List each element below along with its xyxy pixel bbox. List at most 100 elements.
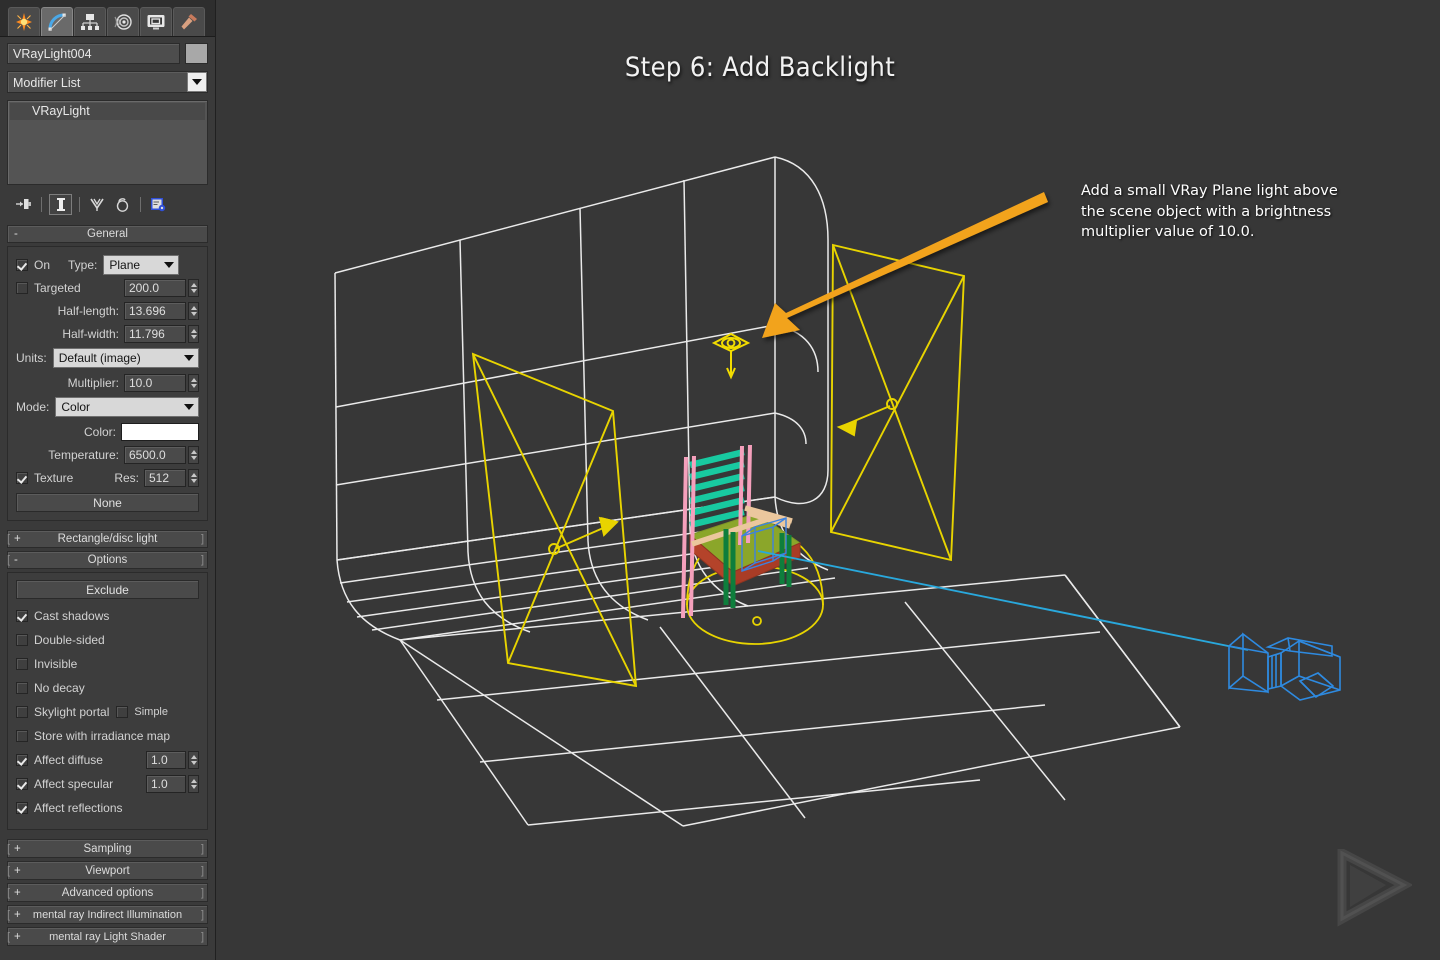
affect-diffuse-field[interactable]: 1.0 — [146, 751, 186, 769]
row-affect-reflections: Affect reflections — [16, 797, 199, 819]
temperature-field[interactable]: 6500.0 — [124, 445, 186, 464]
simple-checkbox[interactable] — [116, 706, 129, 718]
rollout-bracket-left: [ — [7, 887, 11, 899]
res-field[interactable]: 512 — [144, 468, 186, 487]
vray-plane-light-right[interactable] — [830, 243, 965, 562]
affect-specular-spinner[interactable] — [188, 775, 199, 793]
affect-diffuse-spinner[interactable] — [188, 751, 199, 769]
remove-modifier-icon[interactable] — [112, 195, 133, 214]
rollout-bracket-left: [ — [7, 843, 11, 855]
targeted-distance-field[interactable]: 200.0 — [124, 278, 186, 297]
texture-map-button[interactable]: None — [16, 493, 199, 512]
rollout-rectangle-disc-light[interactable]: [ + Rectangle/disc light ] — [7, 530, 208, 548]
affect-specular-checkbox[interactable] — [16, 778, 28, 790]
invisible-checkbox[interactable] — [16, 658, 28, 670]
chevron-down-icon[interactable] — [181, 399, 197, 415]
rollout-sampling[interactable]: [ + Sampling ] — [7, 839, 208, 858]
object-color-swatch[interactable] — [185, 43, 208, 64]
texture-checkbox[interactable] — [16, 471, 28, 484]
modifier-stack[interactable]: VRayLight — [7, 100, 208, 185]
bottom-rollouts: [ + Sampling ] [ + Viewport ] [ + Advanc… — [7, 839, 208, 946]
vray-physical-camera[interactable] — [1228, 632, 1341, 701]
half-length-label: Half-length: — [57, 303, 119, 318]
row-invisible: Invisible — [16, 653, 199, 675]
exclude-button[interactable]: Exclude — [16, 580, 199, 599]
show-end-result-icon[interactable] — [49, 193, 72, 215]
targeted-checkbox[interactable] — [16, 281, 28, 294]
chevron-down-icon[interactable] — [187, 72, 207, 92]
type-value: Plane — [109, 257, 141, 272]
display-tab[interactable] — [140, 7, 172, 36]
annotation-line-3: multiplier value of 10.0. — [1081, 224, 1255, 240]
hierarchy-tab[interactable] — [74, 7, 106, 36]
no-decay-label: No decay — [34, 681, 85, 695]
simple-label: Simple — [134, 706, 168, 718]
affect-specular-field[interactable]: 1.0 — [146, 775, 186, 793]
affect-reflections-label: Affect reflections — [34, 801, 123, 815]
half-width-spinner[interactable] — [188, 324, 199, 343]
rollout-mr-indirect-label: mental ray Indirect Illumination — [32, 909, 183, 921]
mode-combo[interactable]: Color — [55, 397, 199, 417]
row-half-length: Half-length: 13.696 — [16, 300, 199, 321]
rollout-bracket-left: [ — [7, 533, 11, 545]
type-label: Type: — [68, 257, 98, 272]
configure-modifier-sets-icon[interactable] — [148, 195, 169, 214]
command-panel: VRayLight004 Modifier List VRayLight - G… — [0, 0, 216, 960]
light-color-swatch[interactable] — [121, 422, 199, 441]
rollout-mr-light-shader[interactable]: [ + mental ray Light Shader ] — [7, 927, 208, 946]
make-unique-icon[interactable] — [87, 195, 108, 214]
skylight-portal-checkbox[interactable] — [16, 706, 28, 718]
create-tab[interactable] — [8, 7, 40, 36]
vray-plane-light-backlight[interactable] — [711, 332, 751, 380]
rollout-options[interactable]: [ - Options ] — [7, 551, 208, 569]
rollout-options-sign: - — [14, 554, 18, 566]
temperature-spinner[interactable] — [188, 445, 199, 464]
annotation-line-1: Add a small VRay Plane light above — [1081, 183, 1338, 199]
rollout-viewport[interactable]: [ + Viewport ] — [7, 861, 208, 880]
chevron-down-icon[interactable] — [161, 257, 177, 273]
rollout-bracket-right: ] — [200, 931, 204, 943]
half-width-field[interactable]: 11.796 — [124, 324, 186, 343]
show-end-result-glyph — [56, 197, 65, 211]
display-monitor-icon — [147, 15, 165, 30]
no-decay-checkbox[interactable] — [16, 682, 28, 694]
store-with-irradiance-map-checkbox[interactable] — [16, 730, 28, 742]
viewport-3d[interactable] — [0, 0, 1440, 960]
vray-plane-light-left[interactable] — [471, 352, 638, 688]
half-length-field[interactable]: 13.696 — [124, 301, 186, 320]
type-combo[interactable]: Plane — [103, 254, 180, 275]
rollout-bracket-right: ] — [200, 865, 204, 877]
rollout-advanced-options[interactable]: [ + Advanced options ] — [7, 883, 208, 902]
affect-diffuse-checkbox[interactable] — [16, 754, 28, 766]
row-temperature: Temperature: 6500.0 — [16, 444, 199, 465]
chevron-down-icon[interactable] — [181, 350, 197, 366]
row-on-type: On Type: Plane — [16, 254, 199, 275]
row-skylight-portal: Skylight portal Simple — [16, 701, 199, 723]
mode-value: Color — [61, 400, 91, 414]
res-spinner[interactable] — [188, 468, 199, 487]
object-name-field[interactable]: VRayLight004 — [7, 43, 180, 64]
modify-tab[interactable] — [41, 7, 73, 36]
affect-reflections-checkbox[interactable] — [16, 802, 28, 814]
multiplier-field[interactable]: 10.0 — [124, 373, 186, 392]
color-label: Color: — [83, 424, 116, 439]
rollout-mr-indirect-sign: + — [14, 909, 21, 921]
row-units: Units: Default (image) — [16, 346, 199, 370]
rollout-rect-disc-sign: + — [14, 533, 21, 545]
on-checkbox[interactable] — [16, 258, 28, 271]
modifier-list-combo[interactable]: Modifier List — [7, 71, 208, 93]
modifier-stack-item[interactable]: VRayLight — [10, 103, 205, 120]
rollout-general[interactable]: - General — [7, 225, 208, 243]
cast-shadows-checkbox[interactable] — [16, 610, 28, 622]
targeted-spinner[interactable] — [188, 278, 199, 297]
multiplier-spinner[interactable] — [188, 373, 199, 392]
watermark — [1334, 845, 1414, 932]
camera-target-line — [757, 550, 1249, 651]
motion-tab[interactable] — [107, 7, 139, 36]
half-length-spinner[interactable] — [188, 301, 199, 320]
utilities-tab[interactable] — [173, 7, 205, 36]
units-combo[interactable]: Default (image) — [52, 348, 199, 368]
double-sided-checkbox[interactable] — [16, 634, 28, 646]
pin-stack-icon[interactable] — [13, 195, 34, 214]
rollout-mr-indirect-illumination[interactable]: [ + mental ray Indirect Illumination ] — [7, 905, 208, 924]
